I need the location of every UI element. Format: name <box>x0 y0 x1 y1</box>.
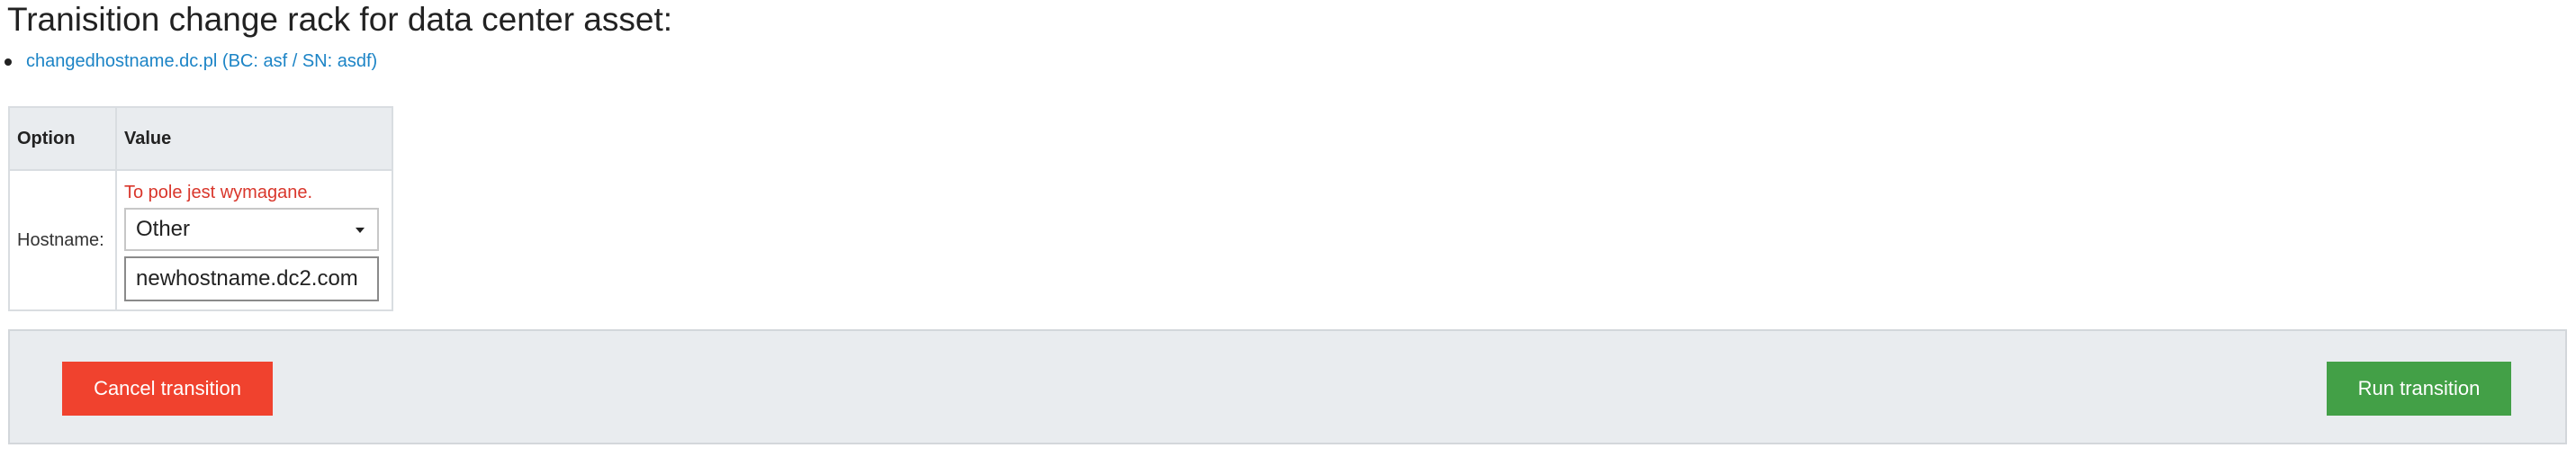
options-table: Option Value Hostname: To pole jest wyma… <box>8 106 393 311</box>
hostname-input[interactable] <box>124 256 379 301</box>
run-transition-button[interactable]: Run transition <box>2327 362 2511 416</box>
value-column-header: Value <box>115 106 393 171</box>
hostname-select[interactable]: Other <box>124 208 379 251</box>
option-column-header: Option <box>8 106 117 171</box>
page-title: Tranisition change rack for data center … <box>7 1 673 38</box>
page: Tranisition change rack for data center … <box>0 0 2576 475</box>
list-item: changedhostname.dc.pl (BC: asf / SN: asd… <box>0 49 377 74</box>
action-bar: Cancel transition Run transition <box>8 329 2567 444</box>
asset-link[interactable]: changedhostname.dc.pl (BC: asf / SN: asd… <box>26 51 377 71</box>
required-error-message: To pole jest wymagane. <box>124 183 313 202</box>
table-row: Hostname: To pole jest wymagane. Other <box>8 169 393 311</box>
bullet-icon <box>5 58 12 66</box>
hostname-select-value: Other <box>136 217 191 241</box>
caret-down-icon <box>356 228 365 233</box>
table-header-row: Option Value <box>8 106 393 171</box>
hostname-value-cell: To pole jest wymagane. Other <box>115 169 393 311</box>
asset-list: changedhostname.dc.pl (BC: asf / SN: asd… <box>0 49 377 74</box>
cancel-transition-button[interactable]: Cancel transition <box>62 362 273 416</box>
hostname-label: Hostname: <box>8 169 117 311</box>
